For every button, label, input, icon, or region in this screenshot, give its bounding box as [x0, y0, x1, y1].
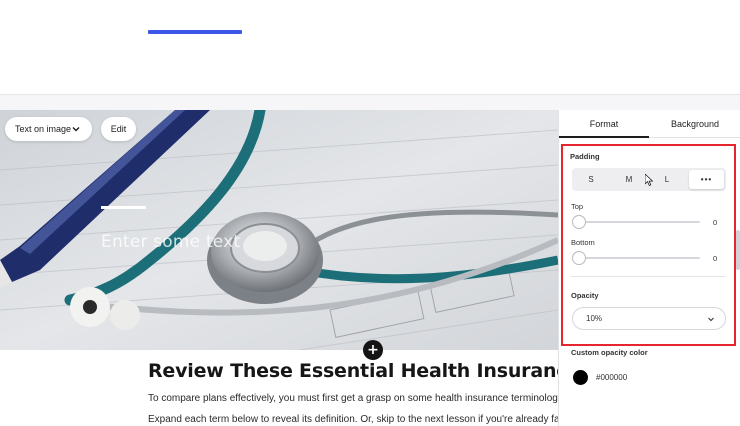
- hero-accent-line: [101, 206, 146, 209]
- slider-thumb[interactable]: [572, 251, 586, 265]
- block-type-dropdown[interactable]: Text on image: [5, 117, 92, 141]
- slider-thumb[interactable]: [572, 215, 586, 229]
- panel-divider: [571, 276, 726, 277]
- color-hex-value[interactable]: #000000: [596, 373, 627, 382]
- slider-track: [572, 221, 700, 223]
- format-panel: Format Background Padding S M L ••• Top …: [558, 110, 740, 426]
- edit-button[interactable]: Edit: [101, 117, 136, 141]
- add-block-button[interactable]: +: [363, 340, 383, 360]
- scrollbar-thumb[interactable]: [736, 230, 740, 270]
- bottom-padding-slider[interactable]: [572, 251, 700, 265]
- opacity-label: Opacity: [571, 291, 599, 300]
- stethoscope-image: [0, 110, 558, 350]
- tab-format[interactable]: Format: [559, 110, 649, 138]
- chevron-down-icon: [708, 317, 714, 322]
- panel-tabs: Format Background: [559, 110, 740, 138]
- tab-background[interactable]: Background: [649, 110, 740, 138]
- accent-bar: [148, 30, 242, 34]
- padding-option-s[interactable]: S: [572, 168, 610, 191]
- active-tab-indicator: [559, 136, 649, 138]
- edit-button-label: Edit: [110, 124, 127, 134]
- hero-text-placeholder[interactable]: Enter some text: [101, 232, 240, 252]
- section-gap: [0, 95, 740, 110]
- color-swatch[interactable]: [573, 370, 588, 385]
- padding-option-more[interactable]: •••: [689, 170, 724, 189]
- hero-image[interactable]: Enter some text: [0, 110, 558, 350]
- bottom-padding-label: Bottom: [571, 238, 595, 247]
- mouse-cursor-icon: [645, 174, 653, 186]
- slider-track: [572, 257, 700, 259]
- editor-page: · · · · ·: [0, 0, 740, 426]
- top-padding-label: Top: [571, 202, 584, 211]
- padding-option-m[interactable]: M: [610, 168, 648, 191]
- top-section: · · · · ·: [0, 0, 740, 94]
- top-padding-slider[interactable]: [572, 215, 700, 229]
- bottom-padding-value: 0: [713, 254, 718, 263]
- padding-label: Padding: [570, 152, 600, 161]
- article-paragraph: Expand each term below to reveal its def…: [148, 414, 558, 425]
- custom-color-label: Custom opacity color: [571, 348, 648, 357]
- padding-option-l[interactable]: L: [648, 168, 686, 191]
- block-type-label: Text on image: [15, 124, 72, 134]
- chevron-down-icon: [72, 127, 80, 132]
- top-faint-text: · · · · ·: [150, 0, 181, 4]
- article-heading: Review These Essential Health Insurance …: [148, 360, 558, 382]
- article-paragraph: To compare plans effectively, you must f…: [148, 393, 558, 404]
- opacity-value: 10%: [586, 314, 603, 323]
- opacity-select[interactable]: 10%: [572, 307, 726, 330]
- top-padding-value: 0: [713, 218, 718, 227]
